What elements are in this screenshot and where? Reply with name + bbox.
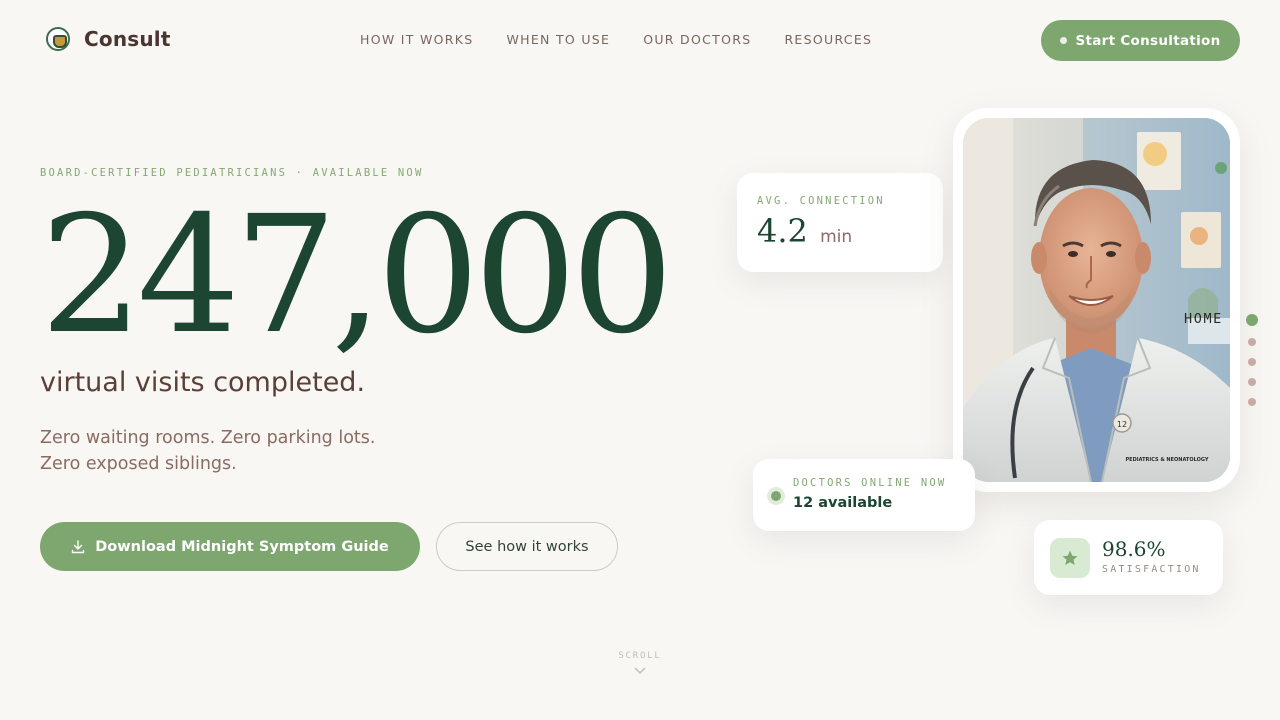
- star-icon: [1050, 538, 1090, 578]
- status-dot-icon: [1060, 37, 1068, 44]
- avg-connection-card: AVG. CONNECTION 4.2 min: [737, 173, 943, 272]
- satisfaction-card: 98.6% SATISFACTION: [1034, 520, 1223, 595]
- doctor-photo-frame: 12 PEDIATRICS & NEONATOLOGY: [953, 108, 1240, 492]
- owl-logo-icon: [46, 27, 70, 51]
- main-nav: HOW IT WORKS WHEN TO USE OUR DOCTORS RES…: [360, 32, 872, 47]
- nav-how-it-works[interactable]: HOW IT WORKS: [360, 32, 473, 47]
- section-dot-2[interactable]: [1248, 338, 1256, 346]
- tagline-line-1: Zero waiting rooms. Zero parking lots.: [40, 428, 376, 448]
- start-consultation-button[interactable]: Start Consultation: [1041, 20, 1240, 61]
- doctor-photo: 12 PEDIATRICS & NEONATOLOGY: [963, 118, 1230, 482]
- satisfaction-label: SATISFACTION: [1102, 564, 1201, 575]
- connection-number: 4.2: [757, 212, 808, 250]
- hero-headline: virtual visits completed.: [40, 367, 366, 398]
- coat-pin-number: 12: [1117, 420, 1127, 429]
- brand-name: Consult: [84, 27, 171, 51]
- online-status-icon: [767, 487, 785, 505]
- nav-our-doctors[interactable]: OUR DOCTORS: [643, 32, 751, 47]
- nav-when-to-use[interactable]: WHEN TO USE: [506, 32, 610, 47]
- section-dot-5[interactable]: [1248, 398, 1256, 406]
- scroll-indicator[interactable]: SCROLL: [617, 651, 663, 675]
- doctors-online-label: DOCTORS ONLINE NOW: [793, 477, 947, 489]
- visit-count: 247,000: [40, 182, 674, 370]
- download-guide-label: Download Midnight Symptom Guide: [95, 538, 389, 555]
- brand-logo[interactable]: Consult: [46, 27, 171, 51]
- section-dot-4[interactable]: [1248, 378, 1256, 386]
- see-how-it-works-label: See how it works: [465, 538, 589, 555]
- chevron-down-icon: [634, 667, 646, 675]
- satisfaction-value: 98.6%: [1102, 537, 1166, 561]
- download-guide-button[interactable]: Download Midnight Symptom Guide: [40, 522, 420, 571]
- section-dot-home[interactable]: [1246, 314, 1258, 326]
- doctors-online-value: 12 available: [793, 495, 893, 511]
- start-consultation-label: Start Consultation: [1075, 32, 1221, 49]
- side-nav-label: HOME: [1184, 311, 1223, 327]
- tagline-line-2: Zero exposed siblings.: [40, 454, 237, 474]
- avg-connection-value: 4.2 min: [757, 215, 923, 247]
- doctors-online-card: DOCTORS ONLINE NOW 12 available: [753, 459, 975, 531]
- coat-badge-text: PEDIATRICS & NEONATOLOGY: [1126, 457, 1209, 463]
- section-dot-3[interactable]: [1248, 358, 1256, 366]
- section-dots-nav: [1246, 314, 1258, 406]
- download-icon: [72, 539, 85, 553]
- nav-resources[interactable]: RESOURCES: [784, 32, 872, 47]
- doctor-portrait-illustration: 12 PEDIATRICS & NEONATOLOGY: [963, 118, 1230, 482]
- connection-unit: min: [820, 227, 853, 247]
- scroll-label: SCROLL: [618, 651, 662, 661]
- hero-eyebrow: BOARD-CERTIFIED PEDIATRICIANS · AVAILABL…: [40, 167, 424, 179]
- see-how-it-works-button[interactable]: See how it works: [436, 522, 618, 571]
- hero-tagline: Zero waiting rooms. Zero parking lots. Z…: [40, 425, 500, 477]
- avg-connection-label: AVG. CONNECTION: [757, 195, 885, 207]
